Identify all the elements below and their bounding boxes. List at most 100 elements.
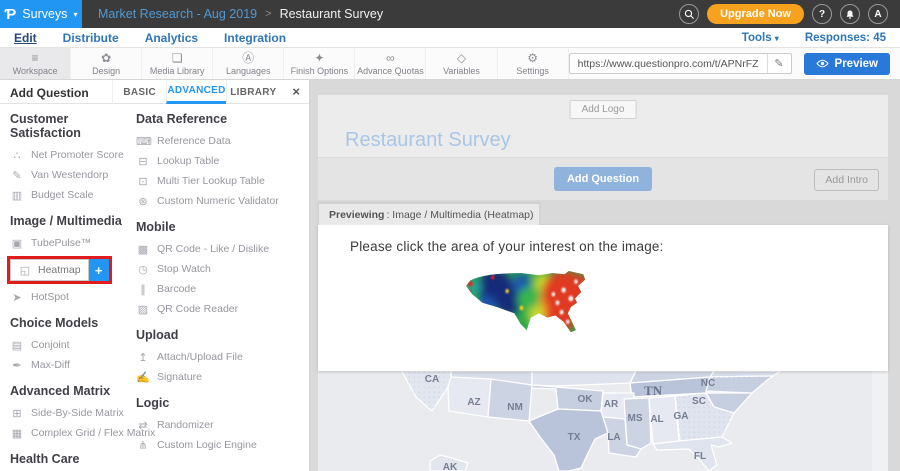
usa-heatmap-image[interactable] — [462, 270, 616, 346]
usa-states-map: CA AZ NM OK AR TN NC SC MS AL GA TX LA F… — [318, 371, 888, 471]
qtype-side-by-side-matrix[interactable]: ⊞ Side-By-Side Matrix — [10, 403, 134, 423]
breadcrumb-current: Restaurant Survey — [280, 7, 384, 21]
preview-button[interactable]: Preview — [804, 53, 890, 75]
toolbar-item-languages[interactable]: Ⓐ Languages — [213, 48, 284, 79]
qtype-custom-numeric-validator[interactable]: ⊛ Custom Numeric Validator — [136, 191, 304, 211]
previewing-tab: Previewing : Image / Multimedia (Heatmap… — [318, 203, 540, 225]
scrollbar-track[interactable] — [872, 371, 888, 471]
qtype-stop-watch[interactable]: ◷ Stop Watch — [136, 259, 304, 279]
plus-icon: + — [95, 263, 103, 278]
qtype-complex-grid[interactable]: ▦ Complex Grid / Flex Matrix — [10, 423, 134, 443]
toolbar-item-advance-quotas[interactable]: ∞ Advance Quotas — [355, 48, 426, 79]
section-choice-models: Choice Models — [10, 316, 134, 330]
qtype-hotspot[interactable]: ➤ HotSpot — [10, 287, 134, 307]
qtype-max-diff[interactable]: ✒ Max-Diff — [10, 355, 134, 375]
qtype-reference-data[interactable]: ⌨ Reference Data — [136, 131, 304, 151]
qtype-net-promoter-score[interactable]: ∴ Net Promoter Score — [10, 145, 134, 165]
state-label: AR — [604, 399, 619, 410]
add-logo-button[interactable]: Add Logo — [570, 100, 637, 119]
question-tabs: BASIC ADVANCED LIBRARY — [112, 80, 280, 104]
notifications-button[interactable] — [840, 4, 860, 24]
toolbar-item-workspace[interactable]: ≡ Workspace — [0, 48, 71, 79]
nav-item-integration[interactable]: Integration — [224, 31, 286, 45]
qtype-heatmap[interactable]: ◱ Heatmap — [10, 259, 89, 281]
qtype-budget-scale[interactable]: ▥ Budget Scale — [10, 185, 134, 205]
survey-title[interactable]: Restaurant Survey — [345, 129, 511, 152]
qtype-multi-tier-lookup[interactable]: ⊡ Multi Tier Lookup Table — [136, 171, 304, 191]
tab-advanced[interactable]: ADVANCED — [166, 80, 225, 104]
toolbar-item-finish-options[interactable]: ✦ Finish Options — [284, 48, 355, 79]
tools-menu[interactable]: Tools ▾ — [742, 32, 779, 44]
state-label: LA — [607, 432, 620, 443]
section-data-reference: Data Reference — [136, 112, 304, 126]
add-heatmap-question-button[interactable]: + — [89, 259, 109, 281]
translate-icon: Ⓐ — [242, 52, 254, 64]
stacked-table-icon: ⊡ — [136, 175, 150, 188]
breadcrumb-separator: > — [265, 8, 271, 20]
add-intro-button[interactable]: Add Intro — [814, 169, 879, 191]
eye-icon — [816, 59, 829, 68]
nps-scale-icon: ∴ — [10, 149, 24, 162]
survey-canvas: Add Logo Restaurant Survey Add Question … — [310, 80, 900, 471]
qtype-tubepulse[interactable]: ▣ TubePulse™ — [10, 233, 134, 253]
workspace-icon: ≡ — [32, 52, 39, 64]
nav-item-distribute[interactable]: Distribute — [63, 31, 119, 45]
questionpro-survey-editor: Ƥ Surveys ▾ Market Research - Aug 2019 >… — [0, 0, 900, 471]
product-menu[interactable]: Ƥ Surveys ▾ — [0, 0, 82, 28]
nav-item-analytics[interactable]: Analytics — [145, 31, 198, 45]
cursor-icon: ➤ — [10, 291, 24, 304]
qtype-attach-upload-file[interactable]: ↥ Attach/Upload File — [136, 347, 304, 367]
toolbar-item-media-library[interactable]: ❏ Media Library — [142, 48, 213, 79]
main-nav: Edit Distribute Analytics Integration To… — [0, 28, 900, 48]
state-label: NC — [701, 378, 715, 389]
qtype-van-westendorp[interactable]: ✎ Van Westendorp — [10, 165, 134, 185]
nav-right: Tools ▾ Responses: 45 — [742, 32, 900, 44]
magic-wand-icon: ✦ — [314, 52, 324, 64]
heatmap-image-icon: ◱ — [18, 264, 32, 277]
search-button[interactable] — [679, 4, 699, 24]
qtype-qr-like-dislike[interactable]: ▩ QR Code - Like / Dislike — [136, 239, 304, 259]
shuffle-icon: ⇄ — [136, 419, 150, 432]
toolbar-item-variables[interactable]: ◇ Variables — [426, 48, 497, 79]
survey-url[interactable]: https://www.questionpro.com/t/APNrFZ — [570, 58, 767, 70]
questionpro-logo-icon: Ƥ — [5, 6, 17, 23]
state-label: CA — [425, 374, 439, 385]
breadcrumb-parent[interactable]: Market Research - Aug 2019 — [98, 7, 257, 21]
toolbar-item-design[interactable]: ✿ Design — [71, 48, 142, 79]
gear-icon: ⚙ — [527, 52, 538, 64]
close-icon[interactable]: × — [292, 84, 300, 99]
responses-count[interactable]: Responses: 45 — [805, 32, 886, 44]
qtype-qr-code-reader[interactable]: ▨ QR Code Reader — [136, 299, 304, 319]
tab-library[interactable]: LIBRARY — [226, 80, 280, 104]
qtype-signature[interactable]: ✍ Signature — [136, 367, 304, 387]
state-cut-ksmo — [532, 371, 636, 386]
qr-code-icon: ▩ — [136, 243, 150, 256]
state-label: GA — [674, 411, 689, 422]
flex-grid-icon: ▦ — [10, 427, 24, 440]
pencil-icon: ✎ — [774, 57, 783, 70]
toolbar-item-settings[interactable]: ⚙ Settings — [498, 48, 569, 79]
help-button[interactable]: ? — [812, 4, 832, 24]
heatmap-highlight-box: ◱ Heatmap + — [7, 256, 112, 284]
qtype-conjoint[interactable]: ▤ Conjoint — [10, 335, 134, 355]
add-question-row: Add Question Add Intro — [318, 158, 888, 200]
qtype-barcode[interactable]: ∥ Barcode — [136, 279, 304, 299]
add-question-button[interactable]: Add Question — [554, 167, 652, 191]
usa-map-background[interactable]: CA AZ NM OK AR TN NC SC MS AL GA TX LA F… — [318, 371, 888, 471]
video-icon: ▣ — [10, 237, 24, 250]
nav-item-edit[interactable]: Edit — [14, 31, 37, 45]
state-label: TX — [568, 432, 581, 443]
upgrade-now-button[interactable]: Upgrade Now — [707, 4, 804, 24]
avatar[interactable]: A — [868, 4, 888, 24]
qtype-custom-logic-engine[interactable]: ⋔ Custom Logic Engine — [136, 435, 304, 455]
matrix-grid-icon: ⊞ — [10, 407, 24, 420]
chain-links-icon: ∞ — [386, 52, 395, 64]
edit-url-button[interactable]: ✎ — [767, 54, 791, 73]
heatmap-question-preview: Please click the area of your interest o… — [318, 225, 888, 371]
qtype-lookup-table[interactable]: ⊟ Lookup Table — [136, 151, 304, 171]
toolbar-right: https://www.questionpro.com/t/APNrFZ ✎ P… — [569, 48, 900, 79]
tab-basic[interactable]: BASIC — [112, 80, 166, 104]
qtype-randomizer[interactable]: ⇄ Randomizer — [136, 415, 304, 435]
add-question-header: Add Question BASIC ADVANCED LIBRARY × — [0, 80, 309, 104]
chevron-down-icon: ▾ — [73, 10, 77, 19]
